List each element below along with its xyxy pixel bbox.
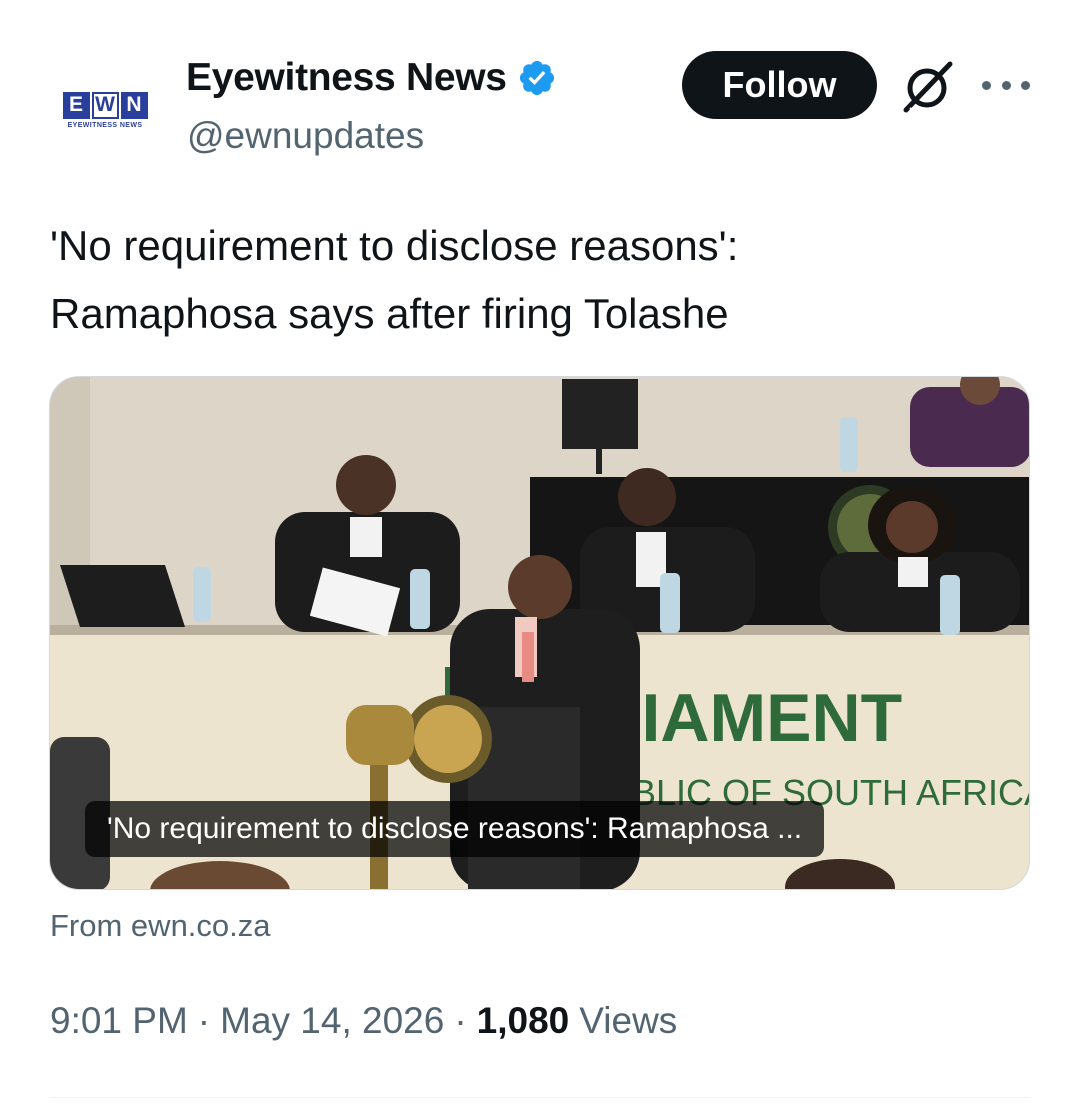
more-dot [1021,80,1030,90]
display-name[interactable]: Eyewitness News [186,56,507,100]
avatar[interactable]: E W N EYEWITNESS NEWS [50,55,160,165]
tweet-meta: 9:01 PM · May 14, 2026 · 1,080 Views [50,1000,677,1042]
views-label[interactable]: Views [579,1000,677,1042]
verified-badge-icon[interactable] [517,58,557,98]
more-dot [982,80,991,90]
follow-button[interactable]: Follow [682,51,877,119]
tweet-time[interactable]: 9:01 PM [50,1000,188,1042]
banner-text: LIAMENT [600,680,902,756]
grok-icon[interactable] [898,58,956,116]
divider [50,1097,1030,1098]
tweet-text-line-1: 'No requirement to disclose reasons': [50,222,739,269]
tweet-text: 'No requirement to disclose reasons': Ra… [50,212,1030,348]
logo-letter-e: E [62,91,90,119]
tweet-text-line-2: Ramaphosa says after firing Tolashe [50,290,729,337]
author-handle[interactable]: @ewnupdates [187,115,424,157]
views-count[interactable]: 1,080 [477,1000,570,1042]
card-source-link[interactable]: From ewn.co.za [50,908,271,944]
author-name-row: Eyewitness News [186,56,557,100]
logo-subtitle: EYEWITNESS NEWS [67,121,143,129]
card-caption: 'No requirement to disclose reasons': Ra… [85,801,825,857]
logo-letter-w: W [91,91,119,119]
tweet-date[interactable]: May 14, 2026 [220,1000,444,1042]
more-dot [1001,80,1011,90]
logo-letter-n: N [120,91,148,119]
link-card[interactable]: LIAMENT IBLIC OF SOUTH AFRICA 'No requir… [49,376,1030,890]
ewn-logo: E W N [62,91,148,119]
more-options-icon[interactable] [982,70,1030,100]
meta-separator: · [197,1000,211,1041]
meta-separator: · [454,1000,467,1041]
